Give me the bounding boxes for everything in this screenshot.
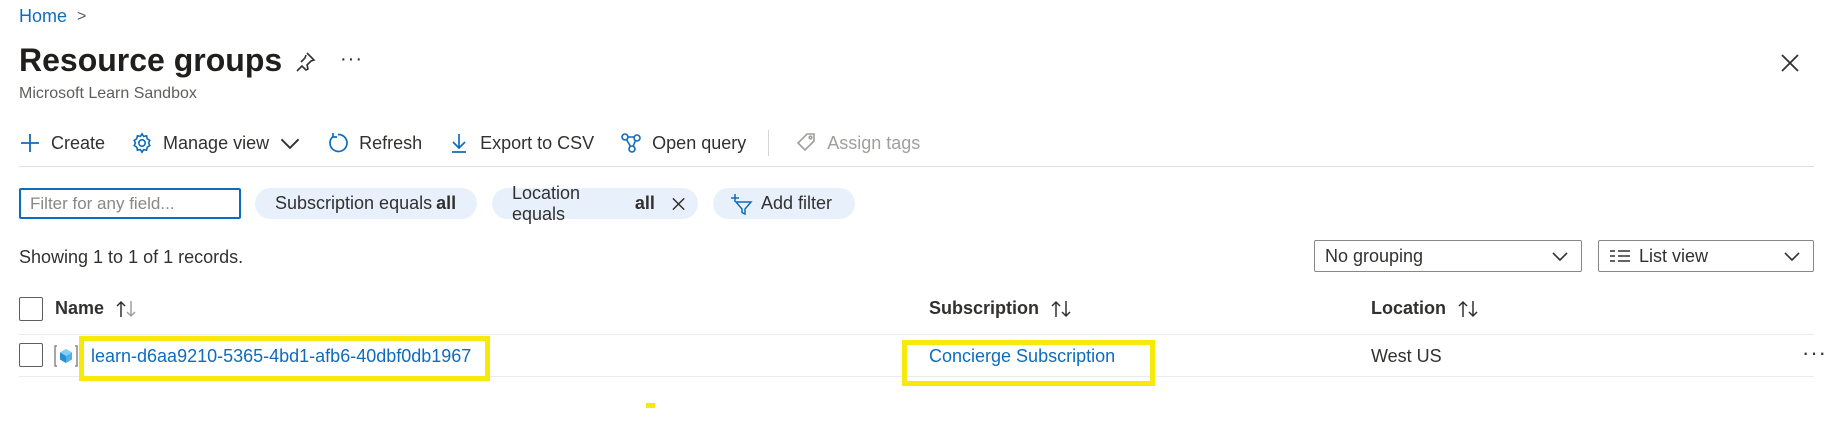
resource-group-name-link[interactable]: learn-d6aa9210-5365-4bd1-afb6-40dbf0db19…	[91, 346, 471, 367]
add-filter-label: Add filter	[761, 193, 833, 213]
export-csv-label: Export to CSV	[480, 132, 595, 153]
resource-group-icon	[54, 345, 78, 367]
chevron-down-icon	[280, 138, 300, 150]
subscription-filter-value: all	[436, 193, 457, 213]
page-title: Resource groups	[19, 42, 283, 78]
location-filter-pill[interactable]: Location equals all	[492, 183, 698, 224]
create-label: Create	[51, 132, 106, 153]
refresh-button[interactable]: Refresh	[327, 132, 422, 154]
tag-icon	[797, 133, 816, 152]
column-header-name-label: Name	[55, 298, 105, 318]
refresh-label: Refresh	[359, 132, 423, 153]
location-filter-value: all	[634, 193, 655, 213]
download-icon	[452, 134, 467, 153]
assign-tags-label: Assign tags	[827, 132, 921, 153]
gear-icon	[133, 132, 151, 154]
plus-icon	[21, 134, 39, 152]
filter-input[interactable]	[19, 188, 241, 219]
open-query-button[interactable]: Open query	[620, 132, 746, 154]
grouping-dropdown[interactable]: No grouping	[1314, 240, 1582, 272]
chevron-right-icon: >	[77, 7, 87, 25]
chevron-down-icon	[1784, 252, 1800, 262]
toolbar-divider-line	[19, 166, 1814, 167]
records-count: Showing 1 to 1 of 1 records.	[19, 247, 244, 267]
create-button[interactable]: Create	[19, 132, 105, 154]
add-filter-button[interactable]: Add filter	[713, 188, 855, 219]
grouping-selected: No grouping	[1325, 245, 1424, 266]
view-selected: List view	[1639, 245, 1709, 266]
location-filter-label: Location equals	[512, 182, 581, 224]
subscription-filter-label: Subscription equals	[275, 193, 433, 213]
location-value: West US	[1371, 346, 1442, 366]
table-row-divider	[19, 376, 1814, 377]
manage-view-label: Manage view	[163, 132, 270, 153]
export-csv-button[interactable]: Export to CSV	[448, 132, 594, 154]
more-options-button[interactable]: ···	[340, 48, 363, 71]
open-query-label: Open query	[652, 132, 747, 153]
row-checkbox[interactable]	[19, 343, 43, 367]
sort-icon[interactable]	[1049, 299, 1073, 319]
close-icon[interactable]	[671, 196, 686, 212]
subscription-link[interactable]: Concierge Subscription	[929, 346, 1115, 367]
select-all-checkbox[interactable]	[19, 297, 43, 321]
close-icon[interactable]	[1779, 52, 1801, 74]
breadcrumb: Home >	[19, 6, 86, 27]
pin-icon[interactable]	[293, 50, 317, 74]
column-header-location[interactable]: Location	[1371, 298, 1480, 319]
subscription-filter-pill[interactable]: Subscription equals all	[255, 188, 477, 219]
command-bar: Create Manage view Refresh Export to CSV…	[19, 126, 946, 160]
page-subtitle: Microsoft Learn Sandbox	[19, 85, 197, 102]
column-header-location-label: Location	[1371, 298, 1446, 318]
assign-tags-button[interactable]: Assign tags	[795, 132, 920, 154]
column-header-subscription-label: Subscription	[929, 298, 1040, 318]
sort-icon[interactable]	[1456, 299, 1480, 319]
query-icon	[621, 133, 641, 153]
breadcrumb-home-link[interactable]: Home	[19, 6, 67, 27]
refresh-icon	[329, 133, 348, 153]
chevron-down-icon	[1552, 252, 1568, 262]
sort-icon[interactable]	[114, 299, 138, 319]
filter-add-icon	[731, 193, 753, 215]
highlight-mark	[646, 403, 655, 408]
table-header-divider	[19, 334, 1814, 335]
view-dropdown[interactable]: List view	[1598, 240, 1814, 272]
manage-view-button[interactable]: Manage view	[131, 132, 301, 154]
list-icon	[1610, 250, 1630, 262]
toolbar-divider	[768, 130, 770, 156]
column-header-name[interactable]: Name	[55, 298, 138, 319]
column-header-subscription[interactable]: Subscription	[929, 298, 1073, 319]
row-more-options-button[interactable]: ···	[1802, 340, 1827, 366]
